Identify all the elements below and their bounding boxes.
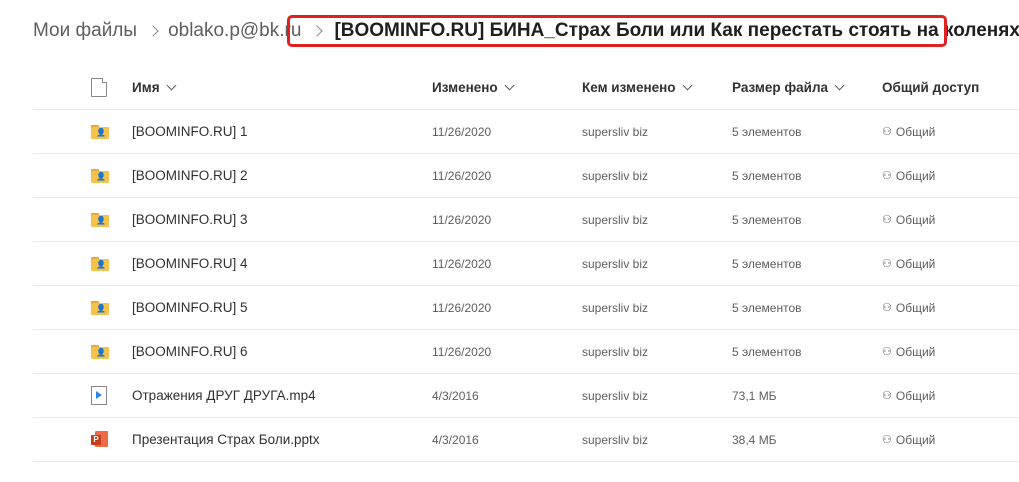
document-icon [91,78,107,97]
table-row[interactable]: 👤 [BOOMINFO.RU] 1 11/26/2020 supersliv b… [33,110,1019,154]
shared-folder-icon: 👤 [91,168,109,183]
sharing-status[interactable]: ⚇ Общий [882,242,935,285]
file-name[interactable]: [BOOMINFO.RU] 6 [132,330,248,373]
chevron-down-icon [166,80,177,91]
file-size: 5 элементов [732,212,802,227]
chevron-down-icon [834,80,845,91]
file-type-header[interactable] [91,66,113,109]
column-header-size-label: Размер файла [732,80,829,95]
column-header-row: Имя Изменено Кем изменено Размер файла О… [33,66,1019,110]
modified-date: 4/3/2016 [432,388,479,403]
sharing-label: Общий [895,256,936,271]
table-row[interactable]: 👤 [BOOMINFO.RU] 2 11/26/2020 supersliv b… [33,154,1019,198]
sharing-status[interactable]: ⚇ Общий [882,154,935,197]
table-row[interactable]: 👤 [BOOMINFO.RU] 5 11/26/2020 supersliv b… [33,286,1019,330]
modified-by: supersliv biz [582,168,649,183]
breadcrumb-item-account[interactable]: oblako.p@bk.ru [168,20,301,42]
file-size: 38,4 МБ [732,432,777,447]
file-name[interactable]: [BOOMINFO.RU] 4 [132,242,248,285]
sharing-label: Общий [895,124,936,139]
sharing-label: Общий [895,300,936,315]
modified-date: 11/26/2020 [432,212,492,227]
people-icon: ⚇ [882,346,892,358]
table-row[interactable]: 👤 [BOOMINFO.RU] 6 11/26/2020 supersliv b… [33,330,1019,374]
people-icon: ⚇ [882,302,892,314]
shared-folder-icon: 👤 [91,344,109,359]
column-header-modified-label: Изменено [432,80,498,95]
modified-by: supersliv biz [582,256,649,271]
table-row[interactable]: 👤 [BOOMINFO.RU] 4 11/26/2020 supersliv b… [33,242,1019,286]
modified-by: supersliv biz [582,388,649,403]
powerpoint-file-icon: P [91,431,109,448]
sharing-label: Общий [895,212,936,227]
file-name[interactable]: [BOOMINFO.RU] 2 [132,154,248,197]
table-row[interactable]: 👤 [BOOMINFO.RU] 3 11/26/2020 supersliv b… [33,198,1019,242]
sharing-status[interactable]: ⚇ Общий [882,374,935,417]
sharing-label: Общий [895,388,936,403]
column-header-size[interactable]: Размер файла [732,66,845,109]
people-icon: ⚇ [882,214,892,226]
modified-by: supersliv biz [582,300,649,315]
file-size: 5 элементов [732,344,802,359]
file-list: Имя Изменено Кем изменено Размер файла О… [33,66,1019,462]
modified-by: supersliv biz [582,124,649,139]
shared-folder-icon: 👤 [91,124,109,139]
file-size: 5 элементов [732,300,802,315]
modified-by: supersliv biz [582,212,649,227]
sharing-status[interactable]: ⚇ Общий [882,418,935,461]
chevron-down-icon [504,80,515,91]
file-size: 5 элементов [732,124,802,139]
column-header-modified[interactable]: Изменено [432,66,515,109]
column-header-modified-by[interactable]: Кем изменено [582,66,692,109]
chevron-right-icon [148,22,158,40]
people-icon: ⚇ [882,258,892,270]
modified-by: supersliv biz [582,344,649,359]
breadcrumb-item-my-files[interactable]: Мои файлы [33,20,137,42]
column-header-name-label: Имя [132,80,160,95]
column-header-modified-by-label: Кем изменено [582,80,676,95]
people-icon: ⚇ [882,390,892,402]
column-header-sharing-label: Общий доступ [882,80,980,95]
table-row[interactable]: Отражения ДРУГ ДРУГА.mp4 4/3/2016 supers… [33,374,1019,418]
shared-folder-icon: 👤 [91,256,109,271]
file-name[interactable]: Презентация Страх Боли.pptx [132,418,320,461]
modified-date: 11/26/2020 [432,300,492,315]
sharing-label: Общий [895,168,936,183]
people-icon: ⚇ [882,126,892,138]
file-name[interactable]: Отражения ДРУГ ДРУГА.mp4 [132,374,316,417]
video-file-icon [91,386,107,405]
shared-folder-icon: 👤 [91,300,109,315]
column-header-sharing[interactable]: Общий доступ [882,66,979,109]
shared-folder-icon: 👤 [91,212,109,227]
file-name[interactable]: [BOOMINFO.RU] 3 [132,198,248,241]
modified-by: supersliv biz [582,432,649,447]
file-name[interactable]: [BOOMINFO.RU] 1 [132,110,248,153]
modified-date: 4/3/2016 [432,432,479,447]
modified-date: 11/26/2020 [432,344,492,359]
sharing-status[interactable]: ⚇ Общий [882,330,935,373]
sharing-status[interactable]: ⚇ Общий [882,110,935,153]
sharing-status[interactable]: ⚇ Общий [882,198,935,241]
sharing-label: Общий [895,432,936,447]
table-row[interactable]: P Презентация Страх Боли.pptx 4/3/2016 s… [33,418,1019,462]
column-header-name[interactable]: Имя [132,66,177,109]
people-icon: ⚇ [882,434,892,446]
modified-date: 11/26/2020 [432,124,492,139]
modified-date: 11/26/2020 [432,256,492,271]
file-size: 5 элементов [732,168,802,183]
highlight-box [287,15,947,47]
file-size: 73,1 МБ [732,388,777,403]
sharing-label: Общий [895,344,936,359]
modified-date: 11/26/2020 [432,168,492,183]
people-icon: ⚇ [882,170,892,182]
sharing-status[interactable]: ⚇ Общий [882,286,935,329]
file-size: 5 элементов [732,256,802,271]
chevron-down-icon [682,80,692,91]
file-name[interactable]: [BOOMINFO.RU] 5 [132,286,248,329]
